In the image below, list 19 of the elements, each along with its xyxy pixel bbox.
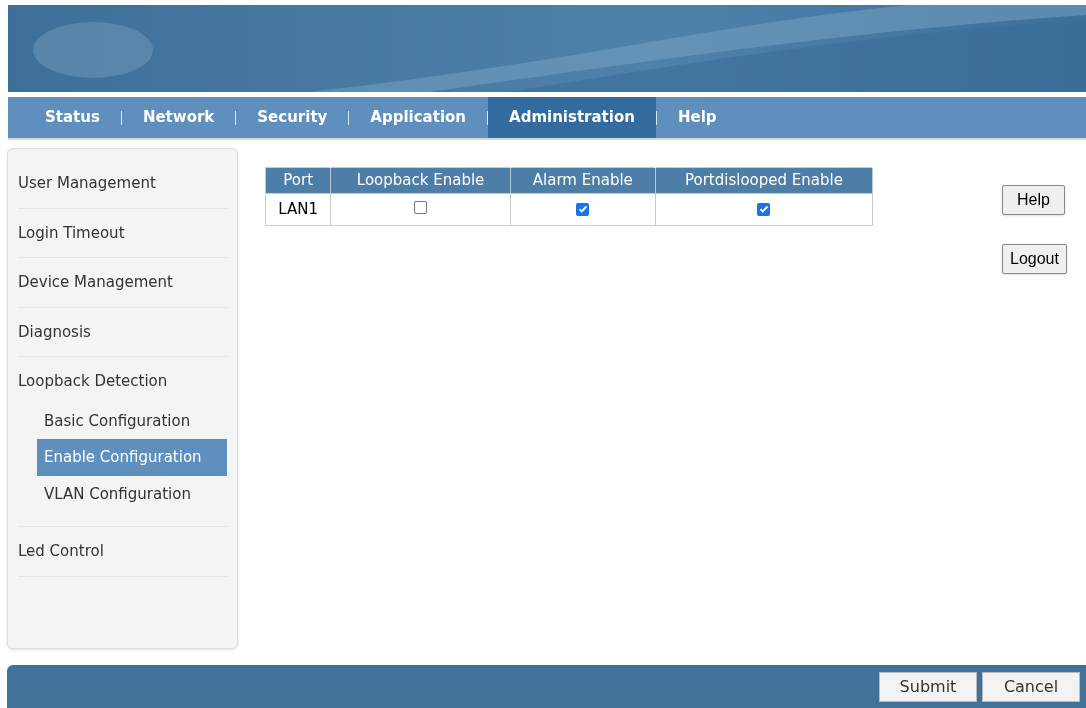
- sidebar-subitem[interactable]: VLAN Configuration: [37, 475, 227, 512]
- sidebar-item[interactable]: User Management: [18, 159, 227, 208]
- side-button[interactable]: Help: [1002, 185, 1065, 215]
- sidebar-item[interactable]: Login Timeout: [18, 208, 227, 257]
- checkbox[interactable]: [757, 202, 771, 216]
- footer-button[interactable]: Cancel: [982, 671, 1080, 702]
- checkbox[interactable]: [576, 202, 590, 216]
- sidebar-item[interactable]: Diagnosis: [18, 307, 227, 356]
- column-header: Loopback Enable: [330, 167, 511, 194]
- checkbox[interactable]: [414, 201, 428, 215]
- sidebar-item[interactable]: Device Management: [18, 258, 227, 307]
- footer-button[interactable]: Submit: [879, 671, 977, 702]
- side-button[interactable]: Logout: [1002, 244, 1067, 274]
- nav-tab[interactable]: Administration: [488, 97, 656, 138]
- table-cell: LAN1: [278, 200, 319, 219]
- column-header: Alarm Enable: [510, 167, 656, 194]
- column-header: Port: [265, 167, 331, 194]
- sidebar-item[interactable]: Led Control: [18, 527, 227, 576]
- column-header: Portdislooped Enable: [655, 167, 873, 194]
